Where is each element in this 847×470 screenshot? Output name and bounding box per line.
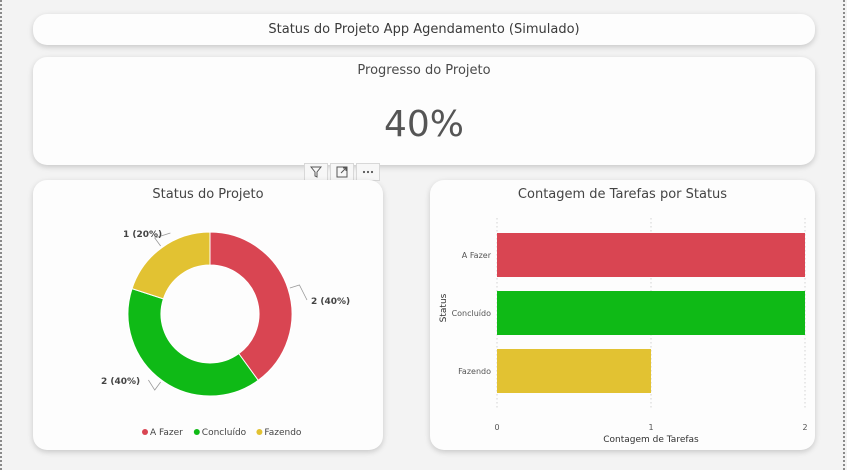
x-axis-title: Contagem de Tarefas xyxy=(603,435,699,445)
report-title-card[interactable]: Status do Projeto App Agendamento (Simul… xyxy=(33,14,815,45)
progress-kpi-card[interactable]: Progresso do Projeto 40% xyxy=(33,57,815,165)
legend-marker-concluido xyxy=(193,429,200,435)
donut-data-label: 2 (40%) xyxy=(311,297,350,307)
donut-leader-line xyxy=(289,284,308,301)
visual-header-toolbar xyxy=(304,163,380,181)
bar-a-fazer[interactable] xyxy=(497,233,805,277)
more-options-button[interactable] xyxy=(356,163,380,181)
donut-slice-a-fazer[interactable] xyxy=(209,231,293,382)
y-category-label: A Fazer xyxy=(462,251,492,260)
y-axis-title: Status xyxy=(439,293,449,322)
kpi-value: 40% xyxy=(383,104,464,145)
donut-data-label: 1 (20%) xyxy=(123,230,162,240)
legend-marker-a-fazer xyxy=(142,429,148,435)
legend-label-fazendo[interactable]: Fazendo xyxy=(264,428,302,438)
y-category-label: Fazendo xyxy=(458,367,491,376)
y-category-label: Concluído xyxy=(452,309,492,318)
donut-slice-concluido[interactable] xyxy=(127,288,259,397)
x-tick-label: 0 xyxy=(494,423,499,432)
donut-data-label: 2 (40%) xyxy=(101,377,140,387)
bar-concluido[interactable] xyxy=(497,291,805,335)
legend-label-concluido[interactable]: Concluído xyxy=(202,428,247,438)
donut-leader-line xyxy=(148,379,161,391)
focus-mode-icon xyxy=(336,166,348,178)
legend-label-a-fazer[interactable]: A Fazer xyxy=(150,428,183,438)
filter-icon xyxy=(310,166,322,178)
bar-fazendo[interactable] xyxy=(497,349,651,393)
x-tick-label: 2 xyxy=(802,423,807,432)
donut-slice-fazendo[interactable] xyxy=(131,231,211,300)
legend-marker-fazendo xyxy=(256,429,263,435)
x-tick-label: 1 xyxy=(648,423,653,432)
more-options-icon xyxy=(362,170,374,174)
donut-chart: 2 (40%) 2 (40%) 1 (20%) A Fazer Concluído Faz… xyxy=(101,230,350,438)
filter-button[interactable] xyxy=(304,163,328,181)
status-bar-card[interactable]: Contagem de Tarefas por Status 012A Faze… xyxy=(430,180,815,450)
bar-chart: 0 1 2 A Fazer Concluído Fazendo Contagem de Ta… xyxy=(439,218,808,445)
canvas-right-border xyxy=(843,0,845,470)
kpi-title: Progresso do Projeto xyxy=(357,63,491,78)
status-donut-card[interactable]: Status do Projeto 2 (40%) 2 (40%) 1 (20%) A… xyxy=(33,180,383,450)
canvas-left-border xyxy=(0,0,2,470)
focus-mode-button[interactable] xyxy=(330,163,354,181)
report-title: Status do Projeto App Agendamento (Simul… xyxy=(268,22,580,37)
